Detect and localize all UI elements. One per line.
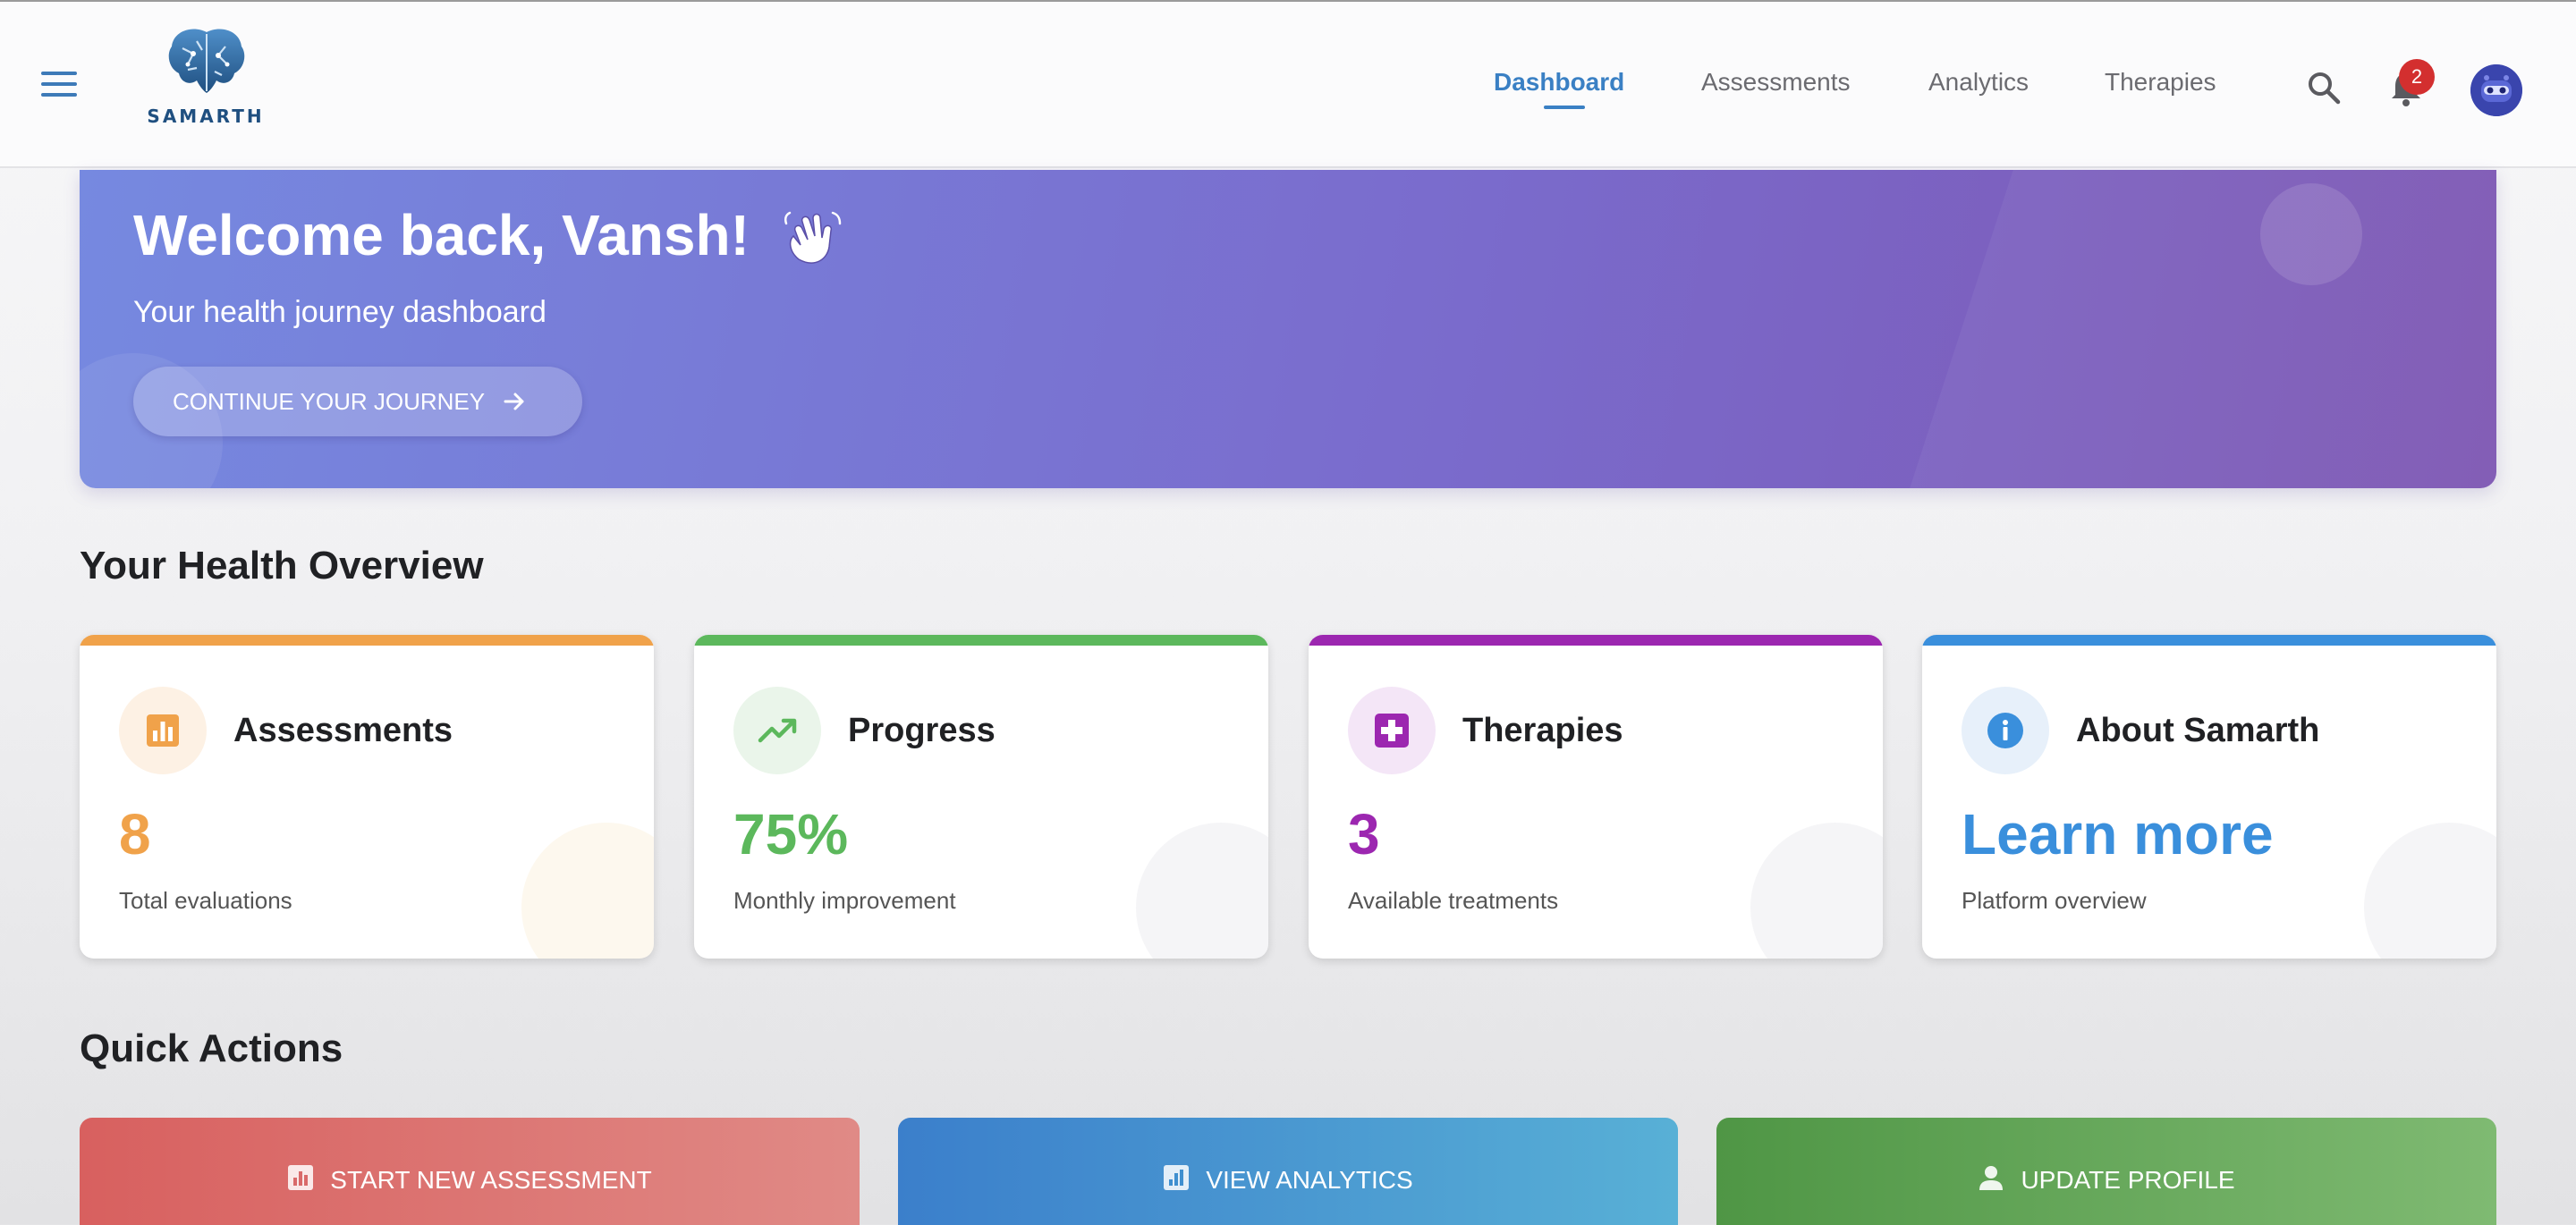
waving-hand-icon	[784, 211, 842, 264]
action-label: VIEW ANALYTICS	[1206, 1166, 1413, 1194]
card-description: Total evaluations	[119, 887, 292, 914]
welcome-banner: Welcome back, Vansh! Your health journey…	[80, 170, 2496, 488]
card-decoration	[2364, 823, 2496, 959]
bar-chart-icon	[119, 687, 207, 774]
arrow-right-icon	[504, 393, 524, 410]
card-value: 8	[119, 802, 151, 866]
active-tab-indicator	[1544, 106, 1585, 109]
robot-avatar-icon	[2470, 64, 2522, 116]
analytics-icon	[1164, 1165, 1190, 1190]
action-label: UPDATE PROFILE	[2021, 1166, 2235, 1194]
nav-dashboard[interactable]: Dashboard	[1494, 68, 1624, 97]
card-title: About Samarth	[2076, 712, 2320, 749]
learn-more-link[interactable]: Learn more	[1962, 801, 2274, 867]
notification-badge: 2	[2399, 59, 2435, 95]
logo-text: SAMARTH	[147, 106, 265, 127]
about-samarth-card[interactable]: About Samarth Learn more Platform overvi…	[1922, 635, 2496, 959]
card-title: Assessments	[233, 712, 453, 749]
nav-analytics[interactable]: Analytics	[1928, 68, 2029, 97]
quick-actions-title: Quick Actions	[80, 1026, 343, 1070]
samarth-logo[interactable]: SAMARTH	[143, 27, 268, 134]
card-accent-bar	[1309, 635, 1883, 646]
card-accent-bar	[80, 635, 654, 646]
card-description: Available treatments	[1348, 887, 1559, 914]
search-icon[interactable]	[2306, 70, 2342, 106]
trending-up-icon	[733, 687, 821, 774]
card-accent-bar	[1922, 635, 2496, 646]
welcome-title: Welcome back, Vansh!	[133, 203, 750, 267]
card-title: Progress	[848, 712, 996, 749]
avatar[interactable]	[2470, 64, 2522, 116]
person-icon	[1979, 1166, 2004, 1190]
card-decoration	[1750, 823, 1883, 959]
card-description: Platform overview	[1962, 887, 2147, 914]
assessments-card[interactable]: Assessments 8 Total evaluations	[80, 635, 654, 959]
banner-decoration	[1885, 170, 2496, 488]
update-profile-button[interactable]: UPDATE PROFILE	[1716, 1118, 2496, 1225]
banner-decoration	[2260, 183, 2362, 285]
continue-journey-button[interactable]: CONTINUE YOUR JOURNEY	[133, 367, 582, 436]
view-analytics-button[interactable]: VIEW ANALYTICS	[898, 1118, 1678, 1225]
menu-icon[interactable]	[41, 72, 77, 98]
nav-therapies[interactable]: Therapies	[2105, 68, 2216, 97]
card-decoration	[521, 823, 654, 959]
nav-assessments[interactable]: Assessments	[1701, 68, 1851, 97]
therapies-card[interactable]: Therapies 3 Available treatments	[1309, 635, 1883, 959]
medical-cross-icon	[1348, 687, 1436, 774]
info-icon	[1962, 687, 2049, 774]
progress-card[interactable]: Progress 75% Monthly improvement	[694, 635, 1268, 959]
start-new-assessment-button[interactable]: START NEW ASSESSMENT	[80, 1118, 860, 1225]
continue-journey-label: CONTINUE YOUR JOURNEY	[173, 387, 486, 415]
card-title: Therapies	[1462, 712, 1623, 749]
card-value: 75%	[733, 802, 849, 866]
health-overview-title: Your Health Overview	[80, 544, 484, 587]
card-accent-bar	[694, 635, 1268, 646]
welcome-subtitle: Your health journey dashboard	[133, 295, 547, 329]
card-value: 3	[1348, 802, 1380, 866]
card-description: Monthly improvement	[733, 887, 956, 914]
top-app-bar: SAMARTH Dashboard Assessments Analytics …	[0, 2, 2576, 168]
bar-chart-icon	[288, 1165, 314, 1190]
card-decoration	[1136, 823, 1268, 959]
action-label: START NEW ASSESSMENT	[330, 1166, 652, 1194]
brain-logo-icon	[168, 29, 245, 93]
